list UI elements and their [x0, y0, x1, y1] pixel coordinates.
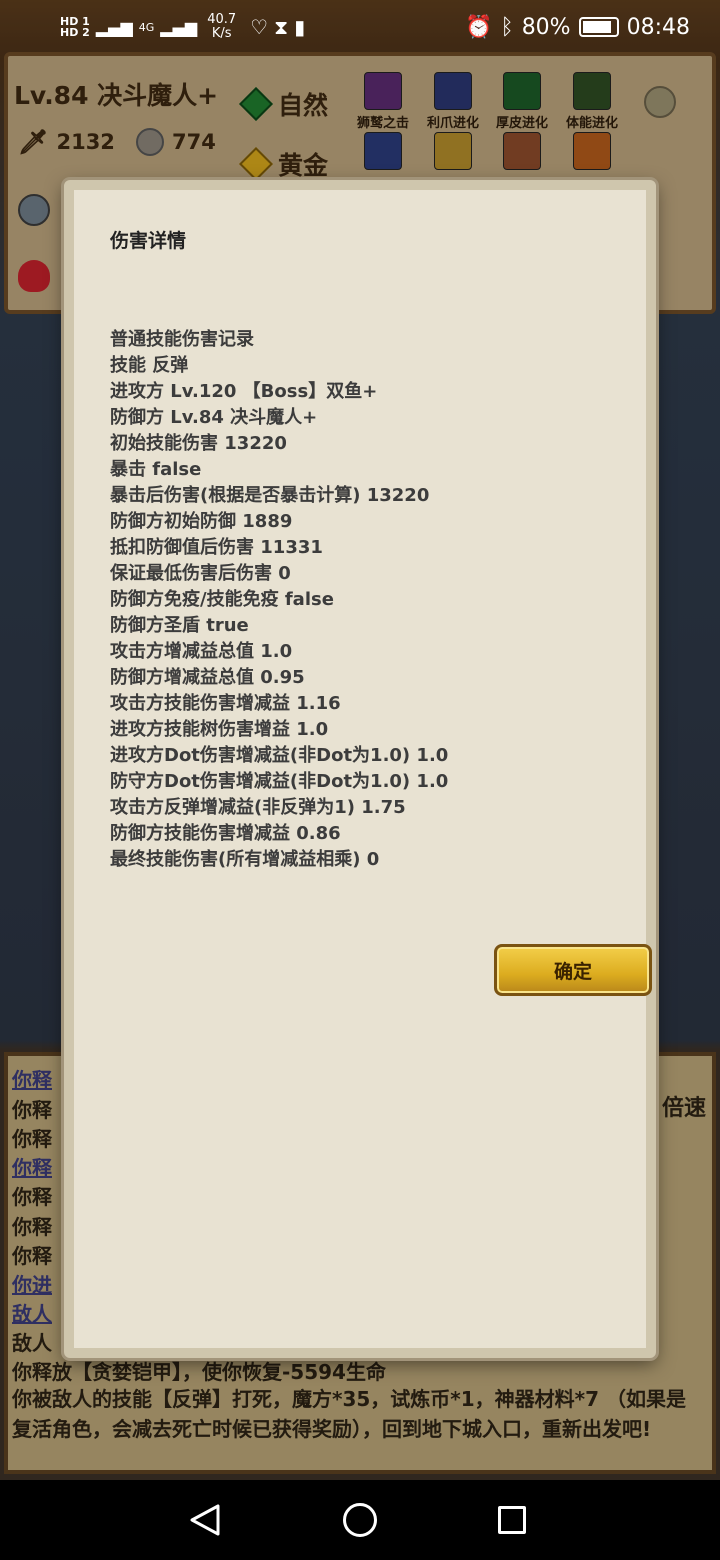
network-type: 4G: [138, 20, 155, 34]
back-icon[interactable]: [186, 1502, 224, 1538]
damage-details-dialog: 伤害详情 普通技能伤害记录 技能 反弹 进攻方 Lv.120 【Boss】双鱼+…: [64, 180, 656, 1358]
battery-percent: 80%: [521, 14, 571, 40]
clock: 08:48: [626, 14, 690, 40]
detail-line: 保证最低伤害后伤害 0: [110, 563, 291, 584]
detail-line: 防御方初始防御 1889: [110, 511, 293, 532]
detail-line: 防御方 Lv.84 决斗魔人+: [110, 407, 318, 428]
detail-line: 抵扣防御值后伤害 11331: [110, 537, 323, 558]
home-icon[interactable]: [343, 1503, 377, 1537]
detail-line: 暴击后伤害(根据是否暴击计算) 13220: [110, 485, 430, 506]
detail-line: 防守方Dot伤害增减益(非Dot为1.0) 1.0: [110, 771, 449, 792]
detail-line: 防御方技能伤害增减益 0.86: [110, 823, 341, 844]
dialog-title: 伤害详情: [110, 230, 187, 252]
hourglass-icon: ⧗: [274, 15, 289, 39]
detail-line: 攻击方技能伤害增减益 1.16: [110, 693, 341, 714]
battery-icon: [578, 17, 619, 37]
detail-line: 最终技能伤害(所有增减益相乘) 0: [110, 849, 380, 870]
detail-line: 初始技能伤害 13220: [110, 433, 287, 454]
detail-line: 攻击方反弹增减益(非反弹为1) 1.75: [110, 797, 406, 818]
detail-line: 普通技能伤害记录: [110, 329, 254, 350]
detail-line: 技能 反弹: [110, 355, 189, 376]
detail-line: 防御方免疫/技能免疫 false: [110, 589, 334, 610]
detail-line: 进攻方 Lv.120 【Boss】双鱼+: [110, 381, 378, 402]
detail-line: 暴击 false: [110, 459, 202, 480]
recent-apps-icon[interactable]: [498, 1506, 526, 1534]
network-speed-unit: K/s: [211, 26, 232, 41]
sim-card-icon: ▮: [294, 15, 306, 39]
signal-icon-2: ▂▄▆: [160, 17, 198, 37]
confirm-button[interactable]: 确定: [494, 944, 652, 996]
network-speed: 40.7 K/s: [207, 13, 236, 41]
signal-icon: ▂▄▆: [95, 17, 133, 37]
detail-line: 攻击方增减益总值 1.0: [110, 641, 293, 662]
detail-line: 防御方圣盾 true: [110, 615, 249, 636]
status-bar: HD 1 HD 2 ▂▄▆ 4G ▂▄▆ 40.7 K/s ♡ ⧗ ▮ ⏰ ᛒ …: [0, 0, 720, 54]
detail-line: 进攻方Dot伤害增减益(非Dot为1.0) 1.0: [110, 745, 449, 766]
network-speed-value: 40.7: [207, 12, 237, 27]
alarm-icon: ⏰: [465, 14, 493, 40]
bluetooth-icon: ᛒ: [500, 14, 514, 40]
detail-line: 防御方增减益总值 0.95: [110, 667, 305, 688]
heart-icon: ♡: [250, 15, 269, 39]
detail-line: 进攻方技能树伤害增益 1.0: [110, 719, 329, 740]
sim2-label: HD 2: [60, 26, 90, 39]
sim-indicators: HD 1 HD 2: [60, 16, 90, 38]
